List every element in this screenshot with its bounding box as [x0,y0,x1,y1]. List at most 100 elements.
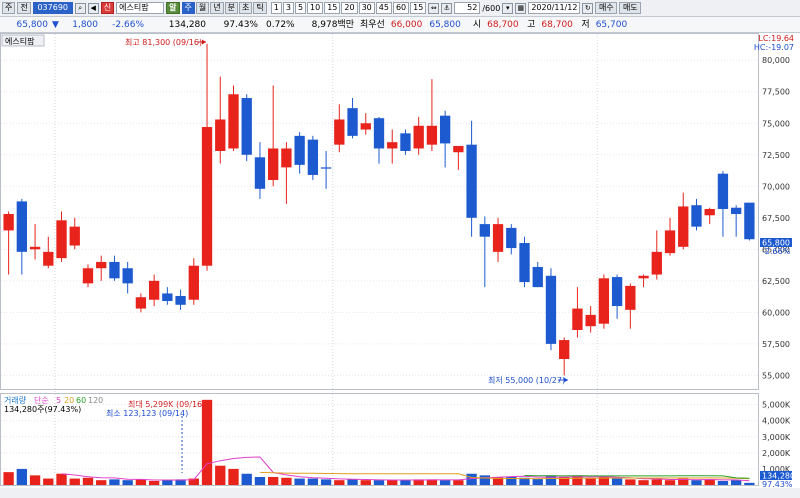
volume-ratio: 97.43% [223,19,258,30]
search-icon[interactable]: ⌕ [74,2,86,14]
period-tab[interactable]: 월 [195,2,210,14]
volume-max-note: 최대 5,299K (09/16) [128,399,205,409]
stock-chart[interactable]: 2020/0809101111/12 에스티팜 LC:19.64 HC:-19.… [0,33,800,498]
dropdown-icon[interactable]: ▾ [502,2,514,14]
volume-bar [294,478,305,485]
alert-button[interactable]: 알 [166,2,180,14]
candle-body [29,246,41,250]
high-annotation: 최고 81,300 (09/16) [125,37,202,47]
period-tab[interactable]: 년 [210,2,224,14]
candle-body [360,123,371,130]
change-percent: -2.66% [112,19,144,30]
price-tick-label: 55,000 [762,371,790,380]
period-tab[interactable]: 주 [181,2,195,14]
market-button[interactable]: 전 [17,2,31,14]
stock-name: 에스티팜 [116,2,165,14]
volume-bar [717,480,729,485]
volume-legend-name: 거래량 [4,395,27,405]
interval-button[interactable]: 20 [341,2,358,14]
calendar-icon[interactable]: ▦ [515,2,527,14]
price-tick-label: 57,500 [762,340,790,349]
candle-body [254,157,266,189]
high-price: 68,700 [541,19,573,30]
interval-button[interactable]: 10 [307,2,324,14]
volume-bar [281,477,292,485]
volume-bar [56,473,67,485]
price-tick-label: 60,000 [762,308,790,317]
count-input[interactable]: 52 [454,2,481,14]
candle-body [148,280,160,300]
candle-body [625,285,636,310]
volume-bar [400,480,411,485]
speaker-icon[interactable]: ◀ [87,2,99,14]
volume-bar [453,480,464,485]
candle-body [691,205,702,227]
candle-body [162,293,173,302]
candle-body [744,202,755,240]
candle-body [585,314,596,327]
volume-bar [254,476,266,485]
volume-bar [228,468,239,485]
candle-body [294,135,305,165]
panel-title: 에스티팜 [5,36,35,46]
sync-icon[interactable]: ⇔ [428,2,440,14]
candle-body [664,230,676,254]
candle-body [109,261,120,279]
candle-body [135,297,147,309]
upper-limit-label: LC:19.64 [758,34,794,43]
ma20-legend: 20 [64,396,74,405]
volume-bar [320,479,332,485]
candle-body [96,261,107,269]
lower-limit-label: HC:-19.07 [754,43,794,52]
link-icon[interactable]: ⚓ [441,2,453,14]
time-axis-bar[interactable] [0,488,800,498]
candle-body [69,226,80,246]
interval-button[interactable]: 60 [392,2,410,14]
interval-button[interactable]: 30 [358,2,375,14]
price-change: 1,800 [72,19,98,30]
down-arrow-icon: ▼ [52,19,59,30]
trade-amount: 8,978백만 [311,19,354,30]
interval-button[interactable]: 5 [294,2,307,14]
refresh-icon[interactable]: ↻ [582,2,594,14]
date-input[interactable]: 2020/11/12 [528,2,581,14]
price-tick-label: 62,500 [762,277,790,286]
volume-bar [82,477,94,485]
candle-body [307,139,319,175]
candle-body [651,251,662,275]
candle-body [466,144,477,218]
interval-buttons: 1 3 5 10 15 20 30 45 60 15 [270,2,427,14]
interval-button[interactable]: 1 [270,2,282,14]
period-tab[interactable]: 분 [224,2,238,14]
interval-button[interactable]: 15 [410,2,427,14]
volume-bar [691,480,702,485]
candle-body [3,214,14,231]
candle-body [387,142,398,149]
period-tab[interactable]: 틱 [253,2,267,14]
stock-code-input[interactable]: 037690 [32,2,73,14]
candle-body [453,145,464,153]
interval-button[interactable]: 15 [324,2,341,14]
volume-bar [625,479,636,485]
candle-body [281,148,292,168]
volume-bar [69,478,80,485]
menu-button[interactable]: 주 [2,2,16,14]
volume-bar [744,482,755,485]
interval-button[interactable]: 45 [375,2,392,14]
period-tab[interactable]: 초 [239,2,253,14]
interval-button[interactable]: 3 [282,2,294,14]
volume-bar [268,476,279,485]
current-price: 65,800 [16,19,49,30]
candle-body [638,275,649,279]
volume-bar [664,480,676,485]
sell-button[interactable]: 매도 [619,2,642,14]
buy-button[interactable]: 매수 [595,2,618,14]
period-tabs: 주월년분초틱 [181,2,267,14]
volume-bar [585,478,596,485]
candle-body [201,127,213,266]
volume-bar [704,479,715,485]
candle-body [320,167,332,169]
low-label: 저 [581,19,590,30]
volume-bar [201,399,213,485]
high-label: 고 [527,19,536,30]
